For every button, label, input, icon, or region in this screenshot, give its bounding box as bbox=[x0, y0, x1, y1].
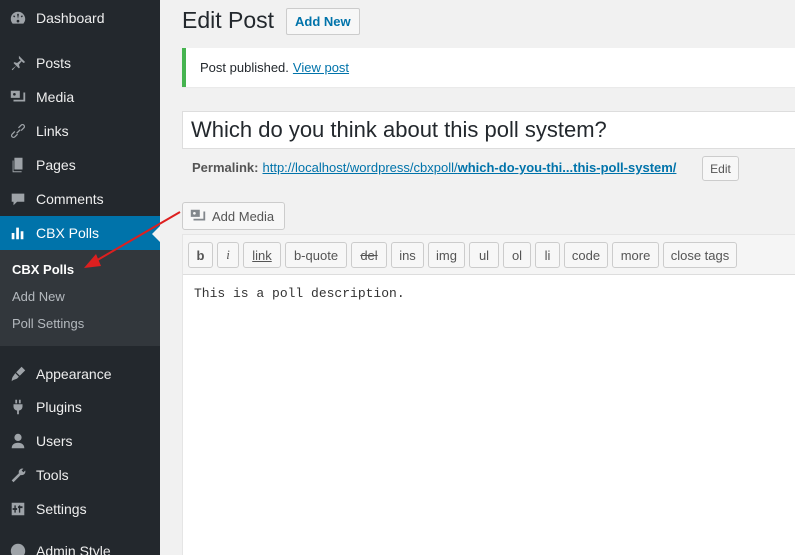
plug-icon bbox=[8, 397, 28, 417]
submenu-item-poll-settings[interactable]: Poll Settings bbox=[12, 316, 84, 331]
sidebar-item-label: CBX Polls bbox=[36, 225, 100, 241]
close-tags-button[interactable]: close tags bbox=[663, 242, 737, 268]
sidebar-item-label: Comments bbox=[36, 191, 104, 207]
add-media-button[interactable]: Add Media bbox=[182, 202, 285, 230]
page-icon bbox=[8, 155, 28, 175]
code-button[interactable]: code bbox=[564, 242, 608, 268]
page-title: Edit Post bbox=[182, 7, 275, 33]
permalink-link[interactable]: http://localhost/wordpress/cbxpoll/which… bbox=[262, 160, 676, 175]
more-button[interactable]: more bbox=[612, 242, 659, 268]
sidebar-item-cbx-polls[interactable]: CBX Polls bbox=[0, 216, 160, 250]
view-post-link[interactable]: View post bbox=[293, 60, 349, 75]
dashboard-icon bbox=[8, 8, 28, 28]
blockquote-button[interactable]: b-quote bbox=[285, 242, 347, 268]
settings-icon bbox=[8, 499, 28, 519]
sidebar-item-label: Settings bbox=[36, 501, 87, 517]
link-icon bbox=[8, 121, 28, 141]
add-new-button[interactable]: Add New bbox=[286, 8, 360, 35]
bold-button[interactable]: b bbox=[188, 242, 213, 268]
sidebar-item-label: Links bbox=[36, 123, 69, 139]
user-icon bbox=[8, 431, 28, 451]
img-button[interactable]: img bbox=[428, 242, 465, 268]
permalink-row: Permalink: http://localhost/wordpress/cb… bbox=[192, 160, 676, 175]
permalink-slug: which-do-you-thi...this-poll-system/ bbox=[457, 160, 677, 175]
sidebar-item-label: Dashboard bbox=[36, 10, 105, 26]
ins-button[interactable]: ins bbox=[391, 242, 424, 268]
ul-button[interactable]: ul bbox=[469, 242, 499, 268]
li-button[interactable]: li bbox=[535, 242, 560, 268]
editor-content[interactable]: This is a poll description. bbox=[194, 286, 405, 301]
media-icon bbox=[189, 207, 207, 225]
sidebar-item-label: Admin Style bbox=[36, 543, 111, 555]
sidebar-item-comments[interactable]: Comments bbox=[0, 182, 160, 216]
add-media-label: Add Media bbox=[212, 208, 275, 224]
palette-icon bbox=[8, 541, 28, 555]
sidebar-item-tools[interactable]: Tools bbox=[0, 458, 160, 492]
brush-icon bbox=[8, 364, 28, 384]
sidebar-item-appearance[interactable]: Appearance bbox=[0, 357, 160, 391]
sidebar-item-pages[interactable]: Pages bbox=[0, 148, 160, 182]
sidebar-item-label: Tools bbox=[36, 467, 69, 483]
edit-permalink-button[interactable]: Edit bbox=[702, 156, 739, 181]
sidebar-item-label: Posts bbox=[36, 55, 72, 71]
sidebar-item-dashboard[interactable]: Dashboard bbox=[0, 1, 160, 35]
sidebar-item-label: Pages bbox=[36, 157, 76, 173]
media-icon bbox=[8, 87, 28, 107]
pin-icon bbox=[8, 53, 28, 73]
ol-button[interactable]: ol bbox=[503, 242, 531, 268]
italic-button[interactable]: i bbox=[217, 242, 239, 268]
permalink-base: http://localhost/wordpress/cbxpoll/ bbox=[262, 160, 458, 175]
sidebar-item-label: Plugins bbox=[36, 399, 82, 415]
del-button[interactable]: del bbox=[351, 242, 387, 268]
quicktags-toolbar: b i link b-quote del ins img ul ol li co… bbox=[183, 235, 795, 275]
sidebar-item-label: Media bbox=[36, 89, 75, 105]
post-published-notice: Post published. View post bbox=[182, 48, 795, 87]
sidebar-item-users[interactable]: Users bbox=[0, 424, 160, 458]
submenu-item-add-new[interactable]: Add New bbox=[12, 289, 65, 304]
admin-sidebar: Dashboard Posts Media Links Pages Commen… bbox=[0, 0, 160, 555]
comment-icon bbox=[8, 189, 28, 209]
notice-text: Post published. bbox=[200, 60, 289, 75]
sidebar-item-media[interactable]: Media bbox=[0, 80, 160, 114]
sidebar-item-label: Users bbox=[36, 433, 73, 449]
sidebar-item-posts[interactable]: Posts bbox=[0, 46, 160, 80]
sidebar-item-settings[interactable]: Settings bbox=[0, 492, 160, 526]
wrench-icon bbox=[8, 465, 28, 485]
submenu-item-cbx-polls[interactable]: CBX Polls bbox=[12, 262, 74, 277]
sidebar-item-label: Appearance bbox=[36, 366, 112, 382]
post-title-input[interactable]: Which do you think about this poll syste… bbox=[182, 111, 795, 149]
sidebar-item-links[interactable]: Links bbox=[0, 114, 160, 148]
link-button[interactable]: link bbox=[243, 242, 281, 268]
permalink-label: Permalink: bbox=[192, 160, 259, 175]
sidebar-item-admin-style[interactable]: Admin Style bbox=[0, 534, 160, 555]
sidebar-item-plugins[interactable]: Plugins bbox=[0, 390, 160, 424]
text-editor: b i link b-quote del ins img ul ol li co… bbox=[182, 234, 795, 555]
cbx-polls-submenu: CBX Polls Add New Poll Settings bbox=[0, 250, 160, 346]
bar-chart-icon bbox=[8, 223, 28, 243]
